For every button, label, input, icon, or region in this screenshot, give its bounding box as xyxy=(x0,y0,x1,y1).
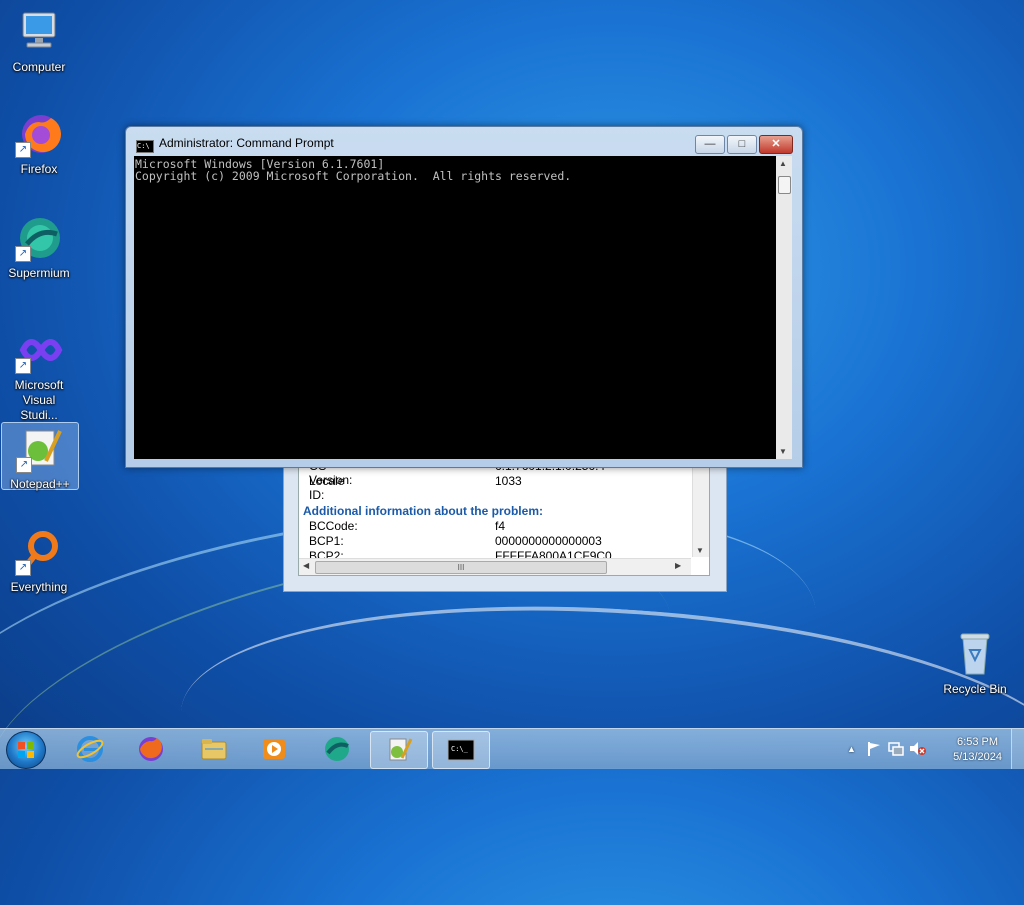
console-output[interactable]: Microsoft Windows [Version 6.1.7601] Copy… xyxy=(134,156,776,459)
close-button[interactable]: ✕ xyxy=(759,135,793,154)
firefox-icon: ↗ xyxy=(15,110,63,158)
vertical-scrollbar[interactable]: ▼ xyxy=(692,457,709,557)
scroll-thumb[interactable] xyxy=(778,176,791,194)
taskbar-cmd[interactable]: C:\_ xyxy=(432,731,490,769)
cmd-icon: C:\_ xyxy=(447,739,475,761)
desktop-icon-label: Everything xyxy=(10,580,68,594)
desktop-icon-label: Microsoft Visual Studi... xyxy=(14,378,64,422)
section-heading: Additional information about the problem… xyxy=(303,504,543,518)
desktop-icon-label: Computer xyxy=(12,60,66,74)
shortcut-arrow-icon: ↗ xyxy=(16,457,32,473)
network-icon[interactable] xyxy=(888,741,904,756)
shortcut-arrow-icon: ↗ xyxy=(15,560,31,576)
windows-logo-icon xyxy=(18,742,34,758)
taskbar-media-player[interactable] xyxy=(246,731,302,767)
clock-time: 6:53 PM xyxy=(957,736,999,748)
desktop-icon-label: Firefox xyxy=(20,162,58,176)
folder-icon xyxy=(201,739,227,760)
start-button[interactable] xyxy=(6,731,46,769)
tray-chevron-icon[interactable]: ▲ xyxy=(847,744,856,754)
computer-icon xyxy=(15,8,63,56)
problem-details-pane[interactable]: OS Version: 6.1.7601.2.1.0.256.4 Locale … xyxy=(298,456,710,576)
taskbar-firefox[interactable] xyxy=(123,731,179,767)
scroll-down-icon[interactable]: ▼ xyxy=(779,447,787,456)
taskbar-supermium[interactable] xyxy=(309,731,365,767)
scroll-right-icon[interactable]: ▶ xyxy=(675,561,681,570)
clock[interactable]: 6:53 PM 5/13/2024 xyxy=(953,735,1002,765)
desktop-icon-label: Notepad++ xyxy=(10,477,70,491)
desktop-icon-firefox[interactable]: ↗ Firefox xyxy=(1,110,77,177)
show-desktop-button[interactable] xyxy=(1011,729,1024,769)
desktop-icon-everything[interactable]: ↗ Everything xyxy=(1,528,77,595)
window-title: C:\ Administrator: Command Prompt xyxy=(136,136,334,153)
notepadpp-icon: ↗ xyxy=(16,425,64,473)
shortcut-arrow-icon: ↗ xyxy=(15,246,31,262)
scroll-down-icon[interactable]: ▼ xyxy=(696,546,704,555)
svg-text:C:\_: C:\_ xyxy=(451,745,469,753)
shortcut-arrow-icon: ↗ xyxy=(15,142,31,158)
desktop-icon-visual-studio[interactable]: ↗ Microsoft Visual Studi... xyxy=(1,326,77,423)
desktop-icon-computer[interactable]: Computer xyxy=(1,8,77,75)
desktop-icon-label: Supermium xyxy=(8,266,70,280)
horizontal-scrollbar[interactable]: ◀ III ▶ xyxy=(299,558,691,575)
supermium-icon xyxy=(325,737,349,761)
maximize-button[interactable]: □ xyxy=(727,135,757,154)
desktop-icon-notepadpp[interactable]: ↗ Notepad++ xyxy=(1,422,79,491)
desktop-icon-supermium[interactable]: ↗ Supermium xyxy=(1,214,77,281)
recycle-bin-icon xyxy=(951,630,999,678)
cmd-icon: C:\ xyxy=(136,140,154,153)
everything-icon: ↗ xyxy=(15,528,63,576)
taskbar-ie[interactable] xyxy=(62,731,118,767)
taskbar-explorer[interactable] xyxy=(186,731,242,767)
desktop-icon-recycle-bin[interactable]: Recycle Bin xyxy=(937,630,1013,697)
taskbar: C:\_ ▲ 6:53 PM 5/13/2024 xyxy=(0,728,1024,769)
problem-report-window[interactable]: OS Version: 6.1.7601.2.1.0.256.4 Locale … xyxy=(283,455,727,592)
system-tray: ▲ 6:53 PM 5/13/2024 xyxy=(839,729,1024,769)
supermium-icon: ↗ xyxy=(15,214,63,262)
scroll-thumb[interactable]: III xyxy=(315,561,607,574)
firefox-icon xyxy=(139,737,163,761)
scroll-up-icon[interactable]: ▲ xyxy=(779,159,787,168)
console-line: Copyright (c) 2009 Microsoft Corporation… xyxy=(135,169,572,183)
vertical-scrollbar[interactable]: ▲ ▼ xyxy=(776,156,792,459)
taskbar-notepadpp[interactable] xyxy=(370,731,428,769)
media-player-icon xyxy=(263,739,285,759)
visual-studio-icon: ↗ xyxy=(15,326,63,374)
notepadpp-icon xyxy=(389,738,413,761)
desktop-icon-label: Recycle Bin xyxy=(943,682,1007,696)
scroll-left-icon[interactable]: ◀ xyxy=(303,561,309,570)
action-center-flag-icon[interactable] xyxy=(867,741,881,756)
minimize-button[interactable]: — xyxy=(695,135,725,154)
command-prompt-window[interactable]: C:\ Administrator: Command Prompt — □ ✕ M… xyxy=(125,126,803,468)
shortcut-arrow-icon: ↗ xyxy=(15,358,31,374)
clock-date: 5/13/2024 xyxy=(953,751,1002,763)
volume-muted-icon[interactable] xyxy=(909,741,927,756)
ie-icon xyxy=(76,736,104,762)
